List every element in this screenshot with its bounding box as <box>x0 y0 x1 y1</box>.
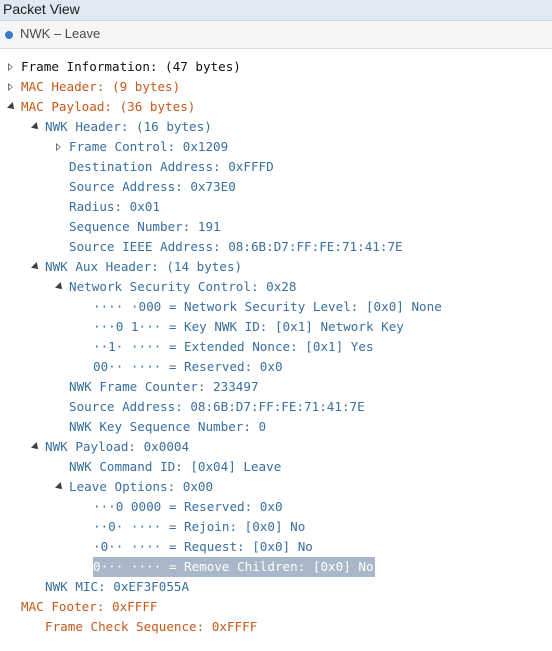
tree-row-label: ·0·· ···· = Request: [0x0] No <box>93 539 313 554</box>
tree-row[interactable]: Leave Options: 0x00 <box>0 477 552 497</box>
expanded-triangle-icon[interactable] <box>31 262 41 272</box>
packet-summary-bar: NWK – Leave <box>0 21 552 49</box>
tree-row-label: NWK Header: (16 bytes) <box>45 119 212 134</box>
tree-row-label: Frame Control: 0x1209 <box>69 139 229 154</box>
tree-row[interactable]: NWK Command ID: [0x04] Leave <box>0 457 552 477</box>
tree-row[interactable]: ···0 0000 = Reserved: 0x0 <box>0 497 552 517</box>
tree-row-label: Source IEEE Address: 08:6B:D7:FF:FE:71:4… <box>69 239 403 254</box>
tree-row-label: ···· ·000 = Network Security Level: [0x0… <box>93 299 442 314</box>
tree-row-label: Destination Address: 0xFFFD <box>69 159 274 174</box>
tree-row-label: Radius: 0x01 <box>69 199 160 214</box>
tree-row-label: NWK Payload: 0x0004 <box>45 439 190 454</box>
tree-row-label: ···0 0000 = Reserved: 0x0 <box>93 499 283 514</box>
collapsed-triangle-icon[interactable] <box>8 83 13 91</box>
tree-row-label: Leave Options: 0x00 <box>69 479 214 494</box>
tree-row[interactable]: NWK Key Sequence Number: 0 <box>0 417 552 437</box>
expanded-triangle-icon[interactable] <box>31 442 41 452</box>
status-dot-icon <box>5 31 13 39</box>
tree-row-label: NWK Command ID: [0x04] Leave <box>69 459 282 474</box>
tree-row[interactable]: ···· ·000 = Network Security Level: [0x0… <box>0 297 552 317</box>
tree-row-label: MAC Footer: 0xFFFF <box>21 599 158 614</box>
tree-row-label: Frame Check Sequence: 0xFFFF <box>45 619 258 634</box>
tree-row[interactable]: ··0· ···· = Rejoin: [0x0] No <box>0 517 552 537</box>
tree-row[interactable]: Network Security Control: 0x28 <box>0 277 552 297</box>
tree-row[interactable]: NWK Payload: 0x0004 <box>0 437 552 457</box>
tree-row[interactable]: Frame Control: 0x1209 <box>0 137 552 157</box>
tree-row[interactable]: Source Address: 0x73E0 <box>0 177 552 197</box>
tree-row-label: ···0 1··· = Key NWK ID: [0x1] Network Ke… <box>93 319 404 334</box>
tree-row[interactable]: Frame Information: (47 bytes) <box>0 57 552 77</box>
window-titlebar: Packet View <box>0 0 552 21</box>
tree-row[interactable]: NWK Aux Header: (14 bytes) <box>0 257 552 277</box>
collapsed-triangle-icon[interactable] <box>56 143 61 151</box>
tree-row[interactable]: Source Address: 08:6B:D7:FF:FE:71:41:7E <box>0 397 552 417</box>
window-title: Packet View <box>3 1 80 17</box>
tree-row[interactable]: 0··· ···· = Remove Children: [0x0] No <box>0 557 552 577</box>
tree-row[interactable]: Radius: 0x01 <box>0 197 552 217</box>
tree-row[interactable]: NWK Frame Counter: 233497 <box>0 377 552 397</box>
tree-row-label: Frame Information: (47 bytes) <box>21 59 241 74</box>
tree-row-label: MAC Payload: (36 bytes) <box>21 99 196 114</box>
tree-row[interactable]: Sequence Number: 191 <box>0 217 552 237</box>
tree-row-label: Source Address: 0x73E0 <box>69 179 236 194</box>
packet-detail-tree: Frame Information: (47 bytes) MAC Header:… <box>0 57 552 637</box>
tree-row[interactable]: ·0·· ···· = Request: [0x0] No <box>0 537 552 557</box>
tree-row[interactable]: MAC Footer: 0xFFFF <box>0 597 552 617</box>
tree-row-label: NWK Frame Counter: 233497 <box>69 379 259 394</box>
tree-row[interactable]: NWK MIC: 0xEF3F055A <box>0 577 552 597</box>
tree-row[interactable]: Source IEEE Address: 08:6B:D7:FF:FE:71:4… <box>0 237 552 257</box>
expanded-triangle-icon[interactable] <box>31 122 41 132</box>
expanded-triangle-icon[interactable] <box>55 482 65 492</box>
packet-summary: NWK – Leave <box>20 26 101 41</box>
tree-row[interactable]: MAC Payload: (36 bytes) <box>0 97 552 117</box>
tree-row-label: Source Address: 08:6B:D7:FF:FE:71:41:7E <box>69 399 365 414</box>
tree-row-label: NWK MIC: 0xEF3F055A <box>45 579 190 594</box>
tree-row-label-selected: 0··· ···· = Remove Children: [0x0] No <box>93 557 375 577</box>
tree-row-label: Network Security Control: 0x28 <box>69 279 297 294</box>
expanded-triangle-icon[interactable] <box>55 282 65 292</box>
tree-row-label: NWK Key Sequence Number: 0 <box>69 419 267 434</box>
tree-row[interactable]: 00·· ···· = Reserved: 0x0 <box>0 357 552 377</box>
tree-row[interactable]: ··1· ···· = Extended Nonce: [0x1] Yes <box>0 337 552 357</box>
tree-row[interactable]: MAC Header: (9 bytes) <box>0 77 552 97</box>
tree-row[interactable]: ···0 1··· = Key NWK ID: [0x1] Network Ke… <box>0 317 552 337</box>
collapsed-triangle-icon[interactable] <box>8 63 13 71</box>
expanded-triangle-icon[interactable] <box>7 102 17 112</box>
tree-row[interactable]: Frame Check Sequence: 0xFFFF <box>0 617 552 637</box>
tree-row-label: NWK Aux Header: (14 bytes) <box>45 259 243 274</box>
tree-row-label: MAC Header: (9 bytes) <box>21 79 181 94</box>
tree-row[interactable]: NWK Header: (16 bytes) <box>0 117 552 137</box>
tree-row-label: ··1· ···· = Extended Nonce: [0x1] Yes <box>93 339 374 354</box>
tree-row-label: ··0· ···· = Rejoin: [0x0] No <box>93 519 306 534</box>
tree-row-label: Sequence Number: 191 <box>69 219 221 234</box>
tree-row-label: 00·· ···· = Reserved: 0x0 <box>93 359 283 374</box>
tree-row[interactable]: Destination Address: 0xFFFD <box>0 157 552 177</box>
